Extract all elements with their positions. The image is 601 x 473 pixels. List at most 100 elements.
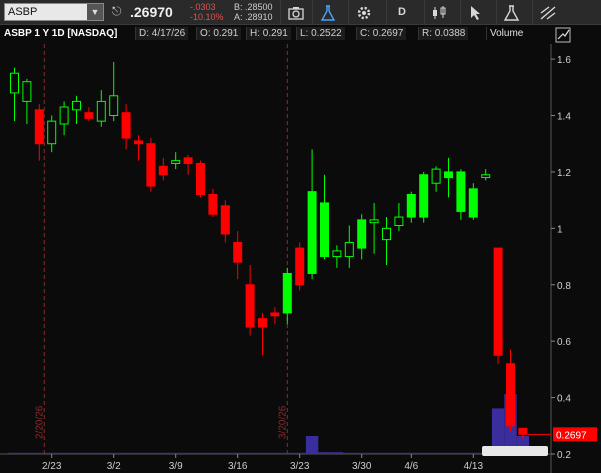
candle[interactable] (394, 202, 404, 232)
candle[interactable] (344, 225, 354, 268)
candle[interactable] (456, 169, 466, 220)
candle[interactable] (493, 247, 503, 364)
symbol-field[interactable]: ▼ (4, 3, 104, 21)
candle[interactable] (282, 267, 292, 325)
candle-body (382, 227, 391, 241)
candle[interactable] (270, 307, 280, 325)
candle[interactable] (369, 202, 379, 254)
volume-bar (442, 452, 455, 454)
studies-flask-button[interactable] (496, 0, 527, 24)
candle[interactable] (34, 104, 44, 161)
candle-body (10, 72, 19, 94)
candle-body (59, 106, 69, 125)
candle[interactable] (220, 200, 230, 243)
volume-bar (8, 452, 21, 454)
x-tick-label: 3/23 (290, 461, 310, 472)
candle[interactable] (332, 245, 342, 268)
header-low: L: 0.2522 (296, 27, 345, 40)
candle[interactable] (245, 265, 255, 336)
candle-body (468, 188, 478, 218)
candle[interactable] (481, 169, 491, 181)
volume-bar (219, 452, 232, 454)
volume-bar (429, 452, 443, 454)
candle[interactable] (444, 157, 453, 198)
candle[interactable] (431, 166, 441, 192)
settings-button[interactable] (348, 0, 379, 24)
candle[interactable] (121, 104, 131, 150)
y-tick-label: 1.2 (557, 168, 571, 179)
header-open: O: 0.291 (196, 27, 242, 40)
volume-bar (194, 452, 207, 454)
candle-body (22, 81, 32, 102)
flask-icon (503, 5, 520, 21)
candle[interactable] (146, 138, 156, 192)
camera-icon (288, 6, 304, 20)
candle-body (320, 202, 329, 258)
candle-body (282, 272, 292, 314)
trendline-drawing-icon[interactable] (555, 27, 571, 43)
candle-body (84, 112, 94, 119)
price-chart[interactable]: 2/20/26 3/20/26 0.2 0.4 0.6 0.8 1 1.2 1.4 1.6 2/23… (0, 44, 601, 473)
volume-bar (70, 452, 83, 454)
candle[interactable] (506, 349, 515, 432)
candle[interactable] (72, 95, 81, 124)
candle[interactable] (183, 155, 193, 175)
volume-bar (119, 452, 133, 454)
candle[interactable] (158, 157, 168, 181)
candle[interactable] (134, 135, 143, 161)
candle[interactable] (419, 171, 429, 223)
volume-bar (206, 452, 220, 454)
toolbar: ▼ ⎋ .26970 -.0303 -10.10% B: .28500 A: .… (0, 0, 601, 25)
drawings-button[interactable] (532, 0, 563, 24)
x-tick-label: 3/9 (169, 461, 183, 472)
candle-body (369, 219, 379, 224)
price-change: -.0303 -10.10% (190, 2, 224, 22)
cursor-arrow-icon (471, 5, 480, 20)
candle-body (47, 120, 57, 145)
volume-bar (169, 452, 182, 454)
y-tick-label: 0.2 (557, 450, 571, 461)
candle-body (332, 250, 342, 258)
candle[interactable] (233, 231, 243, 280)
candle[interactable] (382, 217, 391, 266)
candle[interactable] (47, 115, 57, 153)
candle[interactable] (84, 107, 94, 122)
timeframe-button[interactable]: D (386, 0, 417, 24)
candle[interactable] (357, 214, 367, 260)
save-chart-button[interactable] (280, 0, 311, 24)
candle[interactable] (171, 152, 181, 170)
candle[interactable] (59, 101, 69, 136)
candle[interactable] (406, 191, 416, 223)
candle[interactable] (258, 312, 267, 356)
candle[interactable] (320, 174, 329, 260)
candle[interactable] (307, 149, 317, 280)
candle[interactable] (96, 90, 106, 127)
last-price: .26970 (130, 4, 173, 20)
chart-style-button[interactable] (424, 0, 455, 24)
cursor-button[interactable] (460, 0, 491, 24)
candle-body (307, 191, 317, 274)
candle-body (506, 363, 515, 427)
flask-icon (320, 5, 336, 21)
candle[interactable] (196, 160, 205, 198)
expansion-area-handle[interactable] (482, 446, 548, 456)
symbol-input[interactable] (8, 4, 86, 20)
candle[interactable] (208, 188, 218, 218)
candle[interactable] (468, 183, 478, 220)
change-value: -.0303 (190, 2, 216, 12)
symbol-dropdown-icon[interactable]: ▼ (87, 4, 103, 20)
candle[interactable] (22, 78, 32, 124)
header-high: H: 0.291 (246, 27, 291, 40)
chart-title: ASBP 1 Y 1D [NASDAQ] (4, 28, 118, 39)
volume-bar (45, 452, 58, 454)
candle[interactable] (295, 242, 305, 291)
volume-bar (467, 452, 480, 454)
candle[interactable] (109, 61, 119, 122)
bid-value: B: .28500 (234, 2, 273, 12)
candle[interactable] (10, 67, 19, 122)
candle-body (270, 312, 280, 317)
studies-button[interactable] (312, 0, 343, 24)
volume-bar (82, 452, 96, 454)
volume-study-label[interactable]: Volume (486, 27, 526, 40)
link-chain-icon[interactable]: ⎋ (112, 4, 122, 19)
